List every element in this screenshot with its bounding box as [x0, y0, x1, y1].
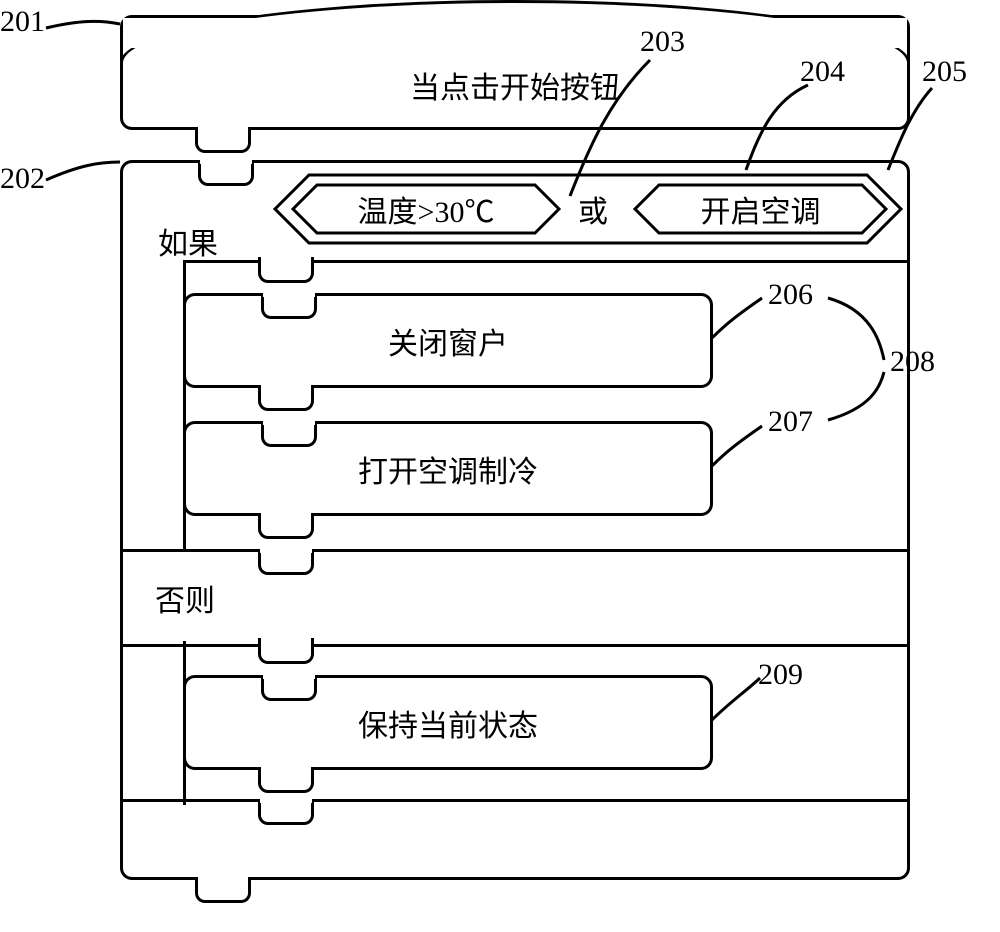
event-hat-block[interactable]: 当点击开始按钮: [120, 15, 910, 130]
cblock-bottom-tab-icon: [195, 877, 251, 903]
label-202: 202: [0, 162, 45, 196]
condition-temperature-text: 温度>30℃: [291, 187, 561, 231]
label-203: 203: [640, 25, 685, 59]
else-mouth-left-wall: [183, 641, 186, 805]
action-close-window-tab-icon: [258, 385, 314, 411]
if-label: 如果: [158, 219, 218, 263]
action-open-ac-text: 打开空调制冷: [186, 447, 710, 491]
label-209: 209: [758, 658, 803, 692]
or-label: 或: [578, 187, 608, 231]
action-close-window-slot-icon: [261, 293, 317, 319]
else-bar-tab-icon: [258, 638, 314, 664]
label-201: 201: [0, 5, 45, 39]
hat-tab-icon: [195, 127, 251, 153]
if-header-tab-icon: [258, 257, 314, 283]
label-205: 205: [922, 55, 967, 89]
cblock-bottom-slot-icon: [258, 799, 314, 825]
condition-ac-on-text: 开启空调: [633, 187, 888, 231]
label-207: 207: [768, 405, 813, 439]
label-204: 204: [800, 55, 845, 89]
label-208: 208: [890, 345, 935, 379]
hat-top-cover: [123, 18, 907, 48]
else-bar: 否则: [120, 549, 910, 647]
else-label: 否则: [155, 576, 215, 620]
label-206: 206: [768, 278, 813, 312]
action-keep-state-slot-icon: [261, 675, 317, 701]
action-open-ac-block[interactable]: 打开空调制冷: [183, 421, 713, 516]
action-open-ac-tab-icon: [258, 513, 314, 539]
action-open-ac-slot-icon: [261, 421, 317, 447]
if-else-c-block[interactable]: 如果 或 温度>30℃ 开启空调 关闭窗户 打开空调制冷: [120, 160, 910, 880]
event-title: 当点击开始按钮: [123, 63, 907, 107]
else-bar-slot-icon: [258, 549, 314, 575]
if-mouth-left-wall: [183, 260, 186, 549]
condition-temperature-hexagon[interactable]: 温度>30℃: [291, 183, 561, 235]
action-keep-state-text: 保持当前状态: [186, 701, 710, 745]
cblock-bottom-bar: [120, 799, 910, 880]
action-close-window-block[interactable]: 关闭窗户: [183, 293, 713, 388]
action-close-window-text: 关闭窗户: [186, 319, 710, 363]
action-keep-state-block[interactable]: 保持当前状态: [183, 675, 713, 770]
condition-ac-on-hexagon[interactable]: 开启空调: [633, 183, 888, 235]
action-keep-state-tab-icon: [258, 767, 314, 793]
